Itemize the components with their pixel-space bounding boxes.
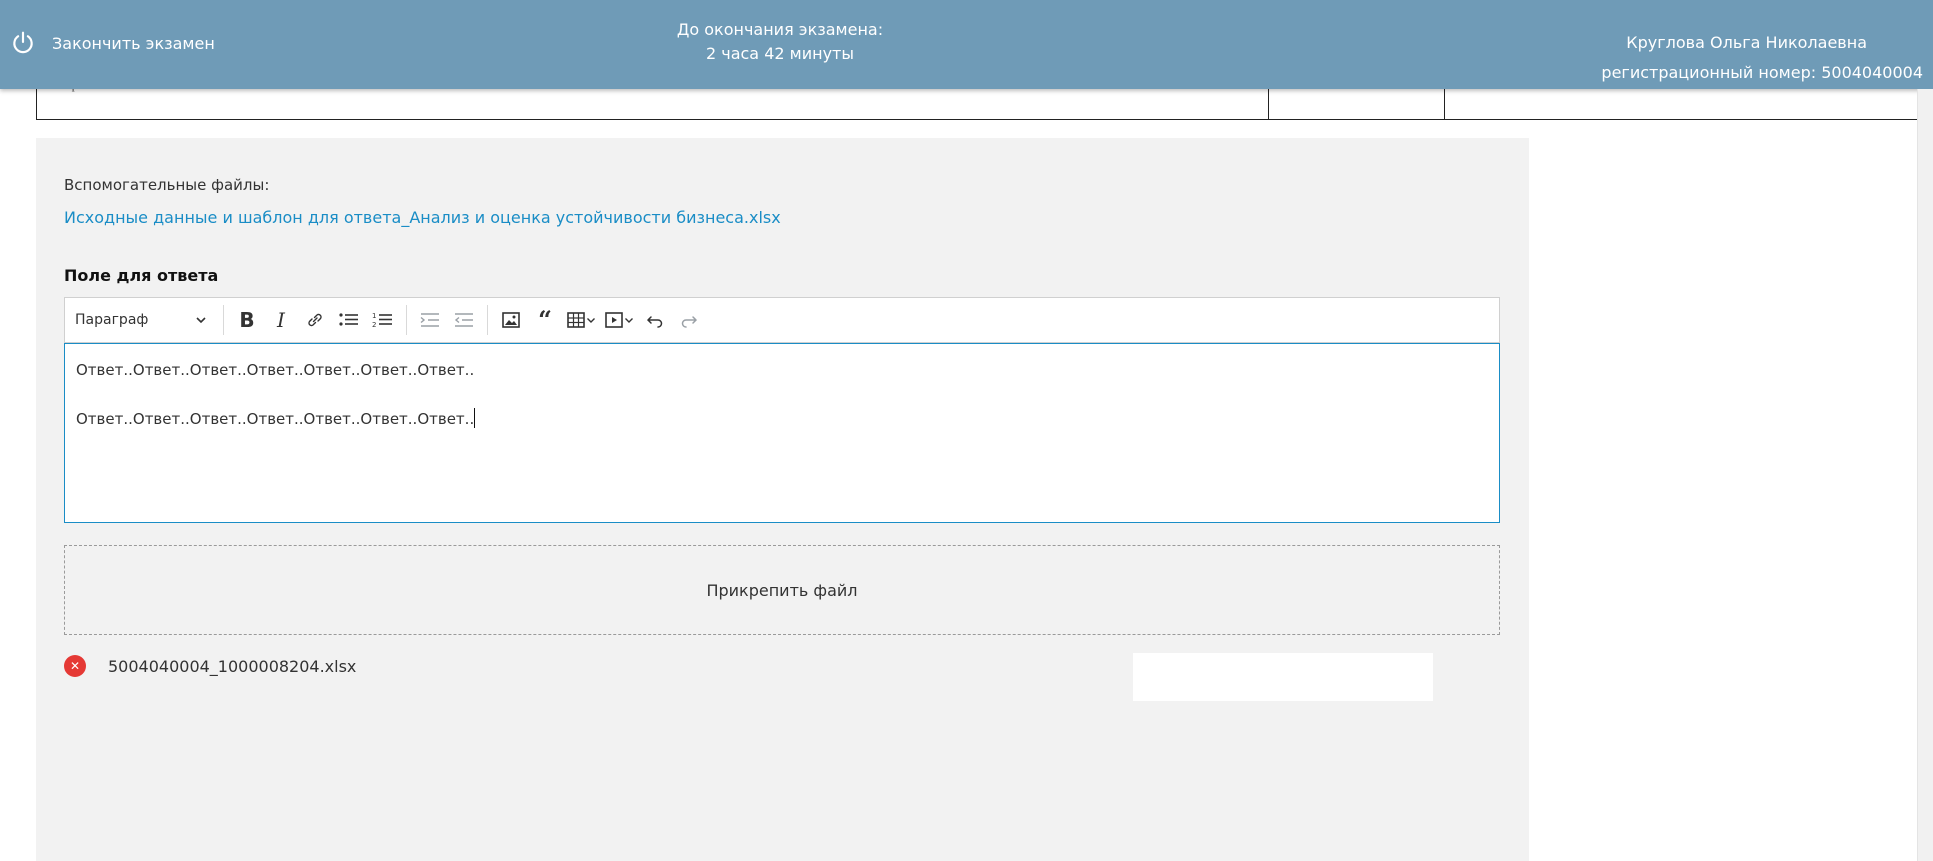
exam-header: Закончить экзамен До окончания экзамена:… — [0, 0, 1933, 89]
answer-field-title: Поле для ответа — [64, 266, 219, 285]
numbered-list-icon: 1 2 — [372, 312, 392, 329]
italic-button[interactable]: I — [264, 305, 298, 335]
answer-editor[interactable]: Ответ..Ответ..Ответ..Ответ..Ответ..Ответ… — [64, 343, 1500, 523]
link-button[interactable] — [298, 305, 332, 335]
chevron-down-icon — [587, 318, 595, 323]
power-icon — [13, 31, 33, 54]
aux-file-link[interactable]: Исходные данные и шаблон для ответа_Анал… — [64, 208, 781, 227]
exam-timer: До окончания экзамена: 2 часа 42 минуты — [560, 18, 1000, 66]
insert-image-button[interactable] — [494, 305, 528, 335]
answer-panel: Вспомогательные файлы: Исходные данные и… — [36, 138, 1529, 861]
toolbar-separator — [487, 305, 488, 335]
attached-file-name: 5004040004_1000008204.xlsx — [108, 656, 357, 676]
redo-button[interactable] — [672, 305, 706, 335]
editor-toolbar: Параграф B I 1 2 “ — [64, 297, 1500, 343]
svg-text:2: 2 — [372, 321, 376, 329]
indent-increase-icon — [454, 313, 473, 327]
media-icon — [605, 312, 623, 328]
undo-icon — [646, 316, 663, 328]
bulleted-list-icon — [339, 313, 358, 326]
editor-paragraph: Ответ..Ответ..Ответ..Ответ..Ответ..Ответ… — [76, 408, 1488, 429]
chevron-down-icon — [196, 317, 206, 324]
bold-icon: B — [239, 308, 255, 332]
table-icon — [567, 312, 585, 328]
redo-icon — [681, 316, 698, 328]
editor-paragraph: Ответ..Ответ..Ответ..Ответ..Ответ..Ответ… — [76, 361, 475, 379]
timer-title: До окончания экзамена: — [676, 20, 884, 39]
attach-file-dropzone[interactable]: Прикрепить файл — [64, 545, 1500, 635]
image-icon — [502, 312, 520, 328]
user-info: Круглова Ольга Николаевна регистрационны… — [1601, 28, 1923, 88]
bulleted-list-button[interactable] — [332, 305, 366, 335]
toolbar-separator — [406, 305, 407, 335]
user-name: Круглова Ольга Николаевна — [1626, 33, 1867, 52]
close-icon: ✕ — [69, 659, 81, 673]
blockquote-button[interactable]: “ — [528, 305, 562, 335]
attached-file-item: ✕ 5004040004_1000008204.xlsx — [64, 655, 356, 677]
attach-file-label: Прикрепить файл — [706, 580, 858, 600]
remove-file-button[interactable]: ✕ — [64, 655, 86, 677]
svg-text:1: 1 — [372, 312, 376, 320]
page-scrollbar[interactable] — [1917, 89, 1933, 861]
italic-icon: I — [277, 308, 285, 332]
indent-increase-button[interactable] — [447, 305, 481, 335]
bold-button[interactable]: B — [230, 305, 264, 335]
text-cursor — [474, 408, 476, 428]
toolbar-separator — [223, 305, 224, 335]
finish-exam-button[interactable]: Закончить экзамен — [10, 30, 215, 56]
blank-area — [1133, 653, 1433, 701]
insert-table-button[interactable] — [562, 305, 600, 335]
paragraph-format-select[interactable]: Параграф — [65, 312, 217, 328]
registration-number: регистрационный номер: 5004040004 — [1601, 63, 1923, 82]
insert-media-button[interactable] — [600, 305, 638, 335]
indent-decrease-button[interactable] — [413, 305, 447, 335]
quote-icon: “ — [538, 305, 552, 334]
aux-files-label: Вспомогательные файлы: — [64, 176, 270, 194]
paragraph-format-value: Параграф — [75, 312, 149, 328]
timer-value: 2 часа 42 минуты — [705, 44, 854, 63]
editor-paragraph-text: Ответ..Ответ..Ответ..Ответ..Ответ..Ответ… — [76, 410, 475, 428]
indent-decrease-icon — [420, 313, 439, 327]
undo-button[interactable] — [638, 305, 672, 335]
chevron-down-icon — [625, 318, 633, 323]
finish-exam-label: Закончить экзамен — [52, 33, 215, 53]
link-icon — [308, 313, 322, 327]
numbered-list-button[interactable]: 1 2 — [366, 305, 400, 335]
